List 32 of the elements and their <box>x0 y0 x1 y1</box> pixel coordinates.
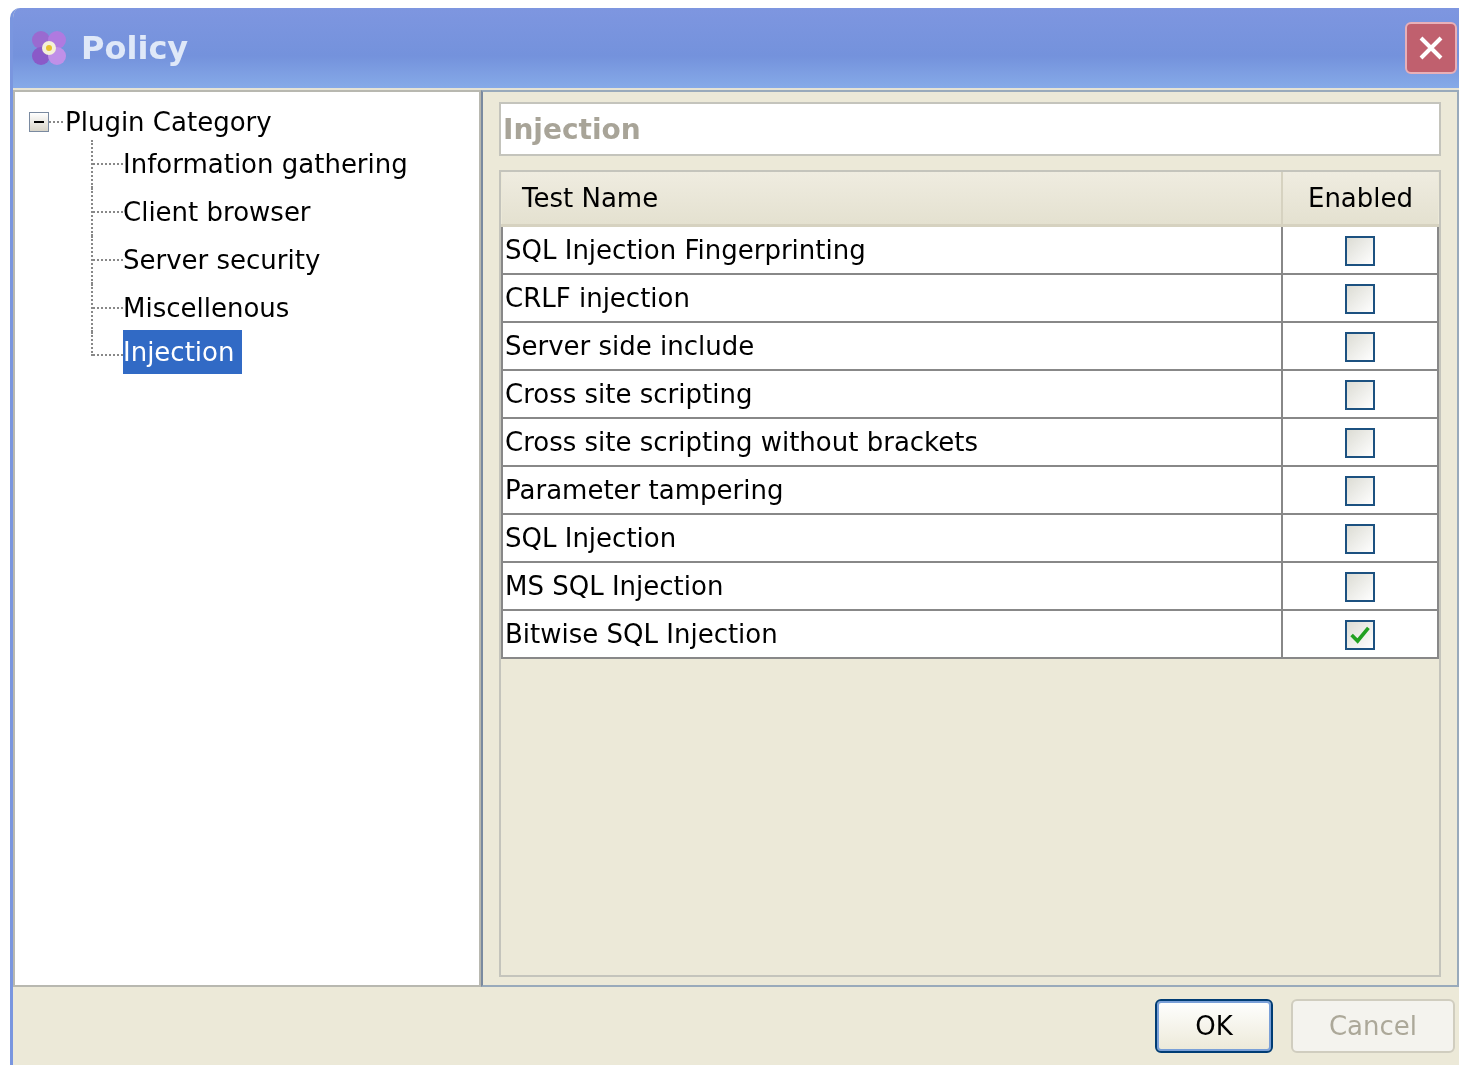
test-name: Bitwise SQL Injection <box>505 619 778 649</box>
tree-item[interactable]: Information gathering <box>123 146 408 182</box>
test-name: Cross site scripting without brackets <box>505 427 978 457</box>
close-button[interactable] <box>1405 22 1457 74</box>
collapse-toggle[interactable] <box>29 112 49 132</box>
tree-item[interactable]: Miscellenous <box>123 290 290 326</box>
tree-item[interactable]: Injection <box>123 330 243 374</box>
checkbox[interactable] <box>1345 331 1375 362</box>
test-name: SQL Injection Fingerprinting <box>505 235 866 265</box>
checkbox[interactable] <box>1345 427 1375 458</box>
test-name: MS SQL Injection <box>505 571 724 601</box>
checkbox[interactable] <box>1345 283 1375 314</box>
checkbox[interactable] <box>1345 235 1375 266</box>
panel-title: Injection <box>499 102 1441 156</box>
test-name: Cross site scripting <box>505 379 753 409</box>
flower-icon <box>29 28 69 68</box>
checkbox[interactable] <box>1345 475 1375 506</box>
dialog-button[interactable]: OK <box>1155 999 1273 1053</box>
test-name: SQL Injection <box>505 523 677 553</box>
checkbox[interactable] <box>1345 523 1375 554</box>
tree-item[interactable]: Plugin Category <box>65 104 272 140</box>
checkbox[interactable] <box>1345 619 1375 650</box>
column-header[interactable]: Test Name <box>502 172 1282 226</box>
tree-item[interactable]: Server security <box>123 242 321 278</box>
column-header[interactable]: Enabled <box>1282 172 1438 226</box>
window-title: Policy <box>81 29 189 67</box>
tree-item[interactable]: Client browser <box>123 194 311 230</box>
checkbox[interactable] <box>1345 571 1375 602</box>
test-name: Server side include <box>505 331 755 361</box>
test-name: CRLF injection <box>505 283 690 313</box>
test-name: Parameter tampering <box>505 475 784 505</box>
checkbox[interactable] <box>1345 379 1375 410</box>
